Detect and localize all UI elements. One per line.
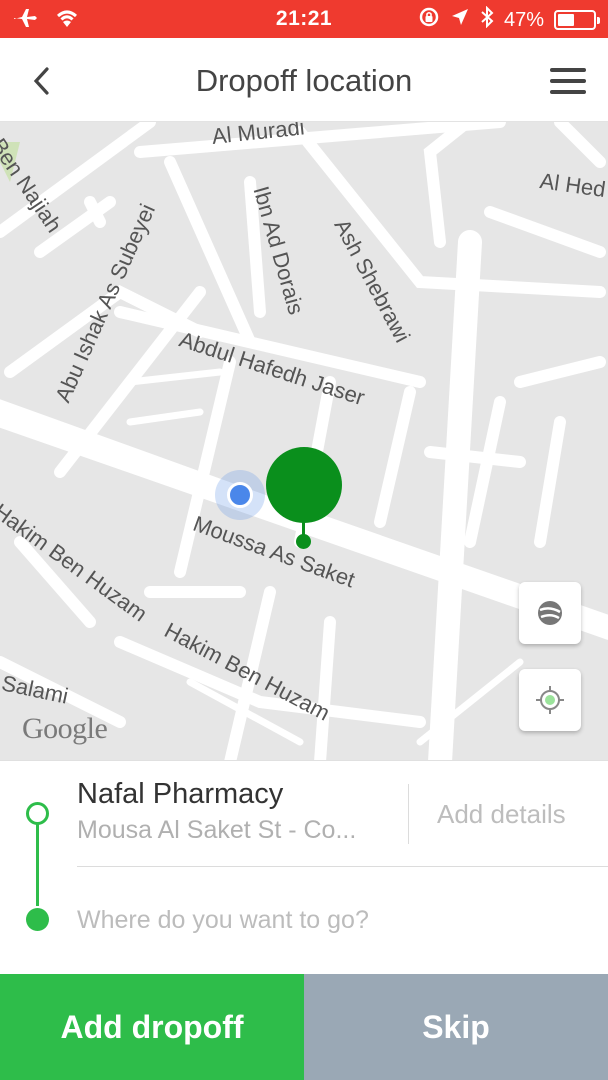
destination-marker-icon [26,908,49,931]
satellite-toggle-button[interactable] [519,582,581,644]
orientation-lock-icon [418,6,440,34]
status-right: 47% [418,5,600,34]
hamburger-menu-icon[interactable] [544,60,592,102]
map-view[interactable]: Al Muradi Ben Najiah Abu Ishak As Subeye… [0,122,608,760]
menu-bar [550,68,586,72]
chevron-left-icon [33,67,49,95]
my-location-button[interactable] [519,669,581,731]
origin-address[interactable]: Mousa Al Saket St - Co... [77,816,392,845]
app-header: Dropoff location [0,38,608,122]
user-location-dot [227,482,253,508]
origin-name[interactable]: Nafal Pharmacy [77,778,283,811]
menu-bar [550,79,586,83]
divider [408,784,409,844]
origin-marker-icon [26,802,49,825]
battery-fill [558,14,574,26]
battery-percent: 47% [503,8,544,31]
add-dropoff-button[interactable]: Add dropoff [0,974,304,1080]
menu-bar [550,90,586,94]
dropoff-pin-icon[interactable] [266,447,342,523]
back-button[interactable] [18,58,64,104]
google-attribution: Google [22,712,108,745]
route-connector [36,822,39,906]
add-details-button[interactable]: Add details [437,799,566,830]
dropoff-pin-base [296,534,311,549]
battery-icon [554,10,600,30]
airplane-icon [12,6,38,35]
my-location-icon [536,686,564,714]
wifi-icon [54,7,80,34]
status-bar: 21:21 47% [0,0,608,38]
satellite-toggle-icon [538,601,562,625]
skip-button[interactable]: Skip [304,974,608,1080]
divider [77,866,608,867]
bluetooth-icon [480,5,494,34]
status-left [12,6,80,35]
page-title: Dropoff location [195,63,413,98]
location-arrow-icon [450,7,470,33]
street-network [0,122,608,760]
action-bar: Add dropoff Skip [0,974,608,1080]
destination-input[interactable] [77,892,577,948]
